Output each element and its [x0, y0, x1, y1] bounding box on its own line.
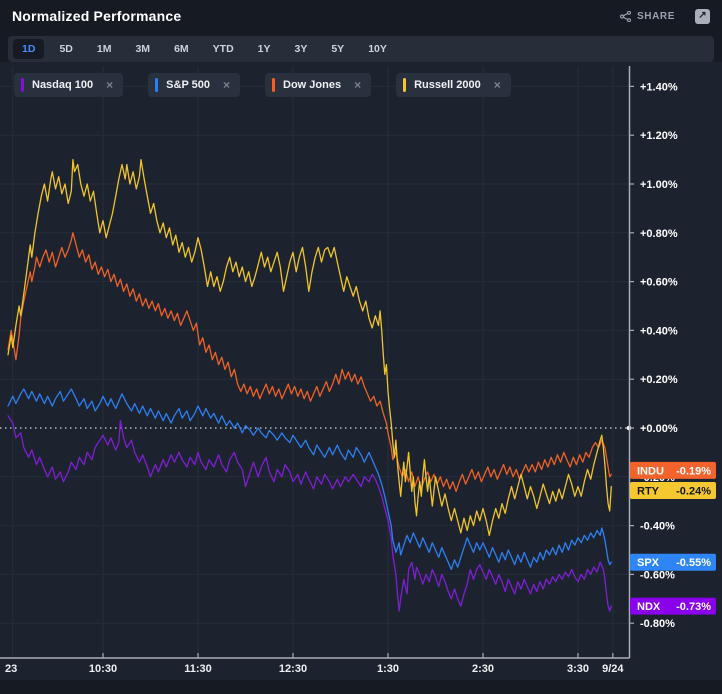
close-icon[interactable]: ×: [223, 79, 230, 91]
x-tick-label: 2:30: [472, 663, 494, 675]
price-flag-ticker: RTY: [637, 486, 660, 498]
y-tick-label: +1.20%: [640, 130, 678, 142]
series-color-bar: [155, 78, 158, 92]
y-tick-label: -0.80%: [640, 618, 675, 630]
share-icon: [620, 11, 631, 22]
tab-6m[interactable]: 6M: [165, 39, 198, 59]
x-tick-label: 23: [5, 663, 17, 675]
share-label: SHARE: [637, 11, 675, 22]
bottom-strip: [0, 680, 722, 694]
y-tick-label: +0.80%: [640, 228, 678, 240]
close-icon[interactable]: ×: [354, 79, 361, 91]
share-button[interactable]: SHARE: [620, 11, 675, 22]
chart-background: [0, 62, 722, 680]
price-flag-ticker: NDX: [637, 601, 661, 613]
tab-10y[interactable]: 10Y: [359, 39, 396, 59]
price-flag-ticker: SPX: [637, 557, 660, 569]
tab-3y[interactable]: 3Y: [286, 39, 317, 59]
legend-chip-label: S&P 500: [166, 79, 210, 91]
legend-chip-s-p-500[interactable]: S&P 500 ×: [148, 73, 240, 97]
x-tick-label: 1:30: [377, 663, 399, 675]
series-color-bar: [403, 78, 406, 92]
x-tick-label: 11:30: [184, 663, 212, 675]
legend-chip-label: Nasdaq 100: [32, 79, 93, 91]
price-flag-value: -0.19%: [676, 465, 711, 477]
y-tick-label: +0.60%: [640, 277, 678, 289]
y-tick-label: +1.40%: [640, 81, 678, 93]
tab-5d[interactable]: 5D: [50, 39, 81, 59]
y-tick-label: -0.60%: [640, 569, 675, 581]
tab-1y[interactable]: 1Y: [249, 39, 280, 59]
close-icon[interactable]: ×: [494, 79, 501, 91]
legend-chip-dow-jones[interactable]: Dow Jones ×: [265, 73, 371, 97]
x-tick-label: 12:30: [279, 663, 307, 675]
chart-plot[interactable]: +1.40% +1.20% +1.00% +0.80% +0.60% +0.40% +0.2…: [0, 0, 722, 694]
normalized-performance-widget: +1.40% +1.20% +1.00% +0.80% +0.60% +0.40% +0.2…: [0, 0, 722, 694]
y-tick-label: +0.20%: [640, 374, 678, 386]
x-tick-label: 9/24: [602, 663, 624, 675]
price-flag-value: -0.73%: [676, 601, 711, 613]
legend-chip-label: Dow Jones: [283, 79, 341, 91]
header: Normalized Performance SHARE ↗: [0, 0, 722, 32]
legend-chip-nasdaq-100[interactable]: Nasdaq 100 ×: [14, 73, 123, 97]
price-flag-value: -0.55%: [676, 557, 711, 569]
legend-chip-russell-2000[interactable]: Russell 2000 ×: [396, 73, 511, 97]
close-icon[interactable]: ×: [106, 79, 113, 91]
price-flag-ticker: INDU: [637, 465, 664, 477]
tab-ytd[interactable]: YTD: [204, 39, 243, 59]
y-tick-label: +0.40%: [640, 325, 678, 337]
y-tick-label: -0.40%: [640, 521, 675, 533]
series-color-bar: [21, 78, 24, 92]
page-title: Normalized Performance: [12, 8, 181, 24]
x-tick-label: 3:30: [567, 663, 589, 675]
expand-arrow-icon: ↗: [698, 11, 706, 21]
tab-3m[interactable]: 3M: [126, 39, 159, 59]
tab-1d[interactable]: 1D: [13, 39, 44, 59]
tab-1m[interactable]: 1M: [88, 39, 121, 59]
y-tick-label: +0.00%: [640, 423, 678, 435]
price-flag-value: -0.24%: [676, 486, 711, 498]
series-color-bar: [272, 78, 275, 92]
legend-chip-label: Russell 2000: [414, 79, 481, 91]
x-tick-label: 10:30: [89, 663, 117, 675]
legend: Nasdaq 100×S&P 500×Dow Jones×Russell 200…: [14, 73, 511, 97]
expand-button[interactable]: ↗: [695, 9, 710, 24]
tab-5y[interactable]: 5Y: [322, 39, 353, 59]
y-tick-label: +1.00%: [640, 179, 678, 191]
timeframe-tabbar: 1D 5D 1M3M 6M YTD 1Y 3Y5Y 10Y: [8, 36, 714, 62]
